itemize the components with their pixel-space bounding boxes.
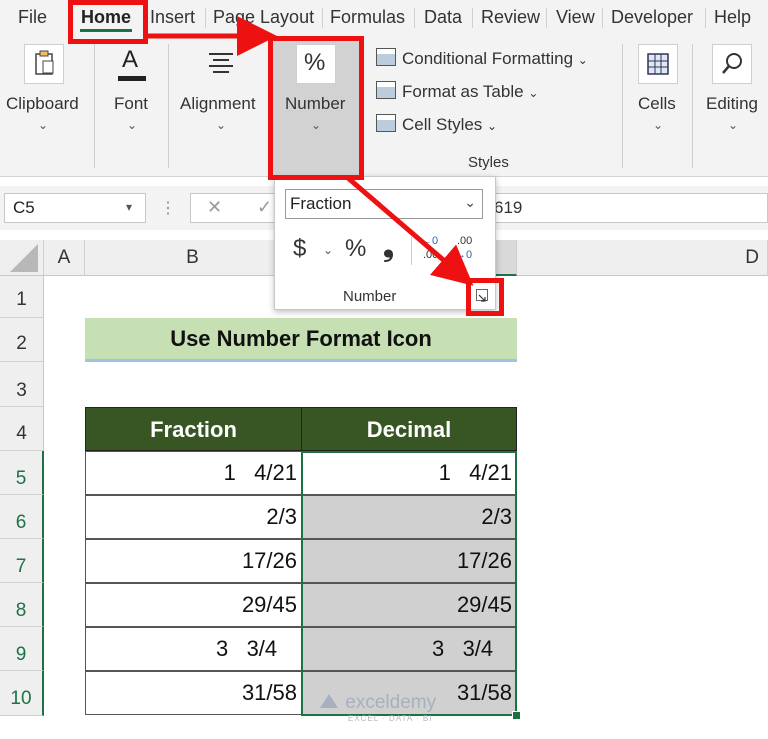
annotation-arrows <box>148 16 474 286</box>
arrow-to-dialog-launcher <box>346 176 474 286</box>
